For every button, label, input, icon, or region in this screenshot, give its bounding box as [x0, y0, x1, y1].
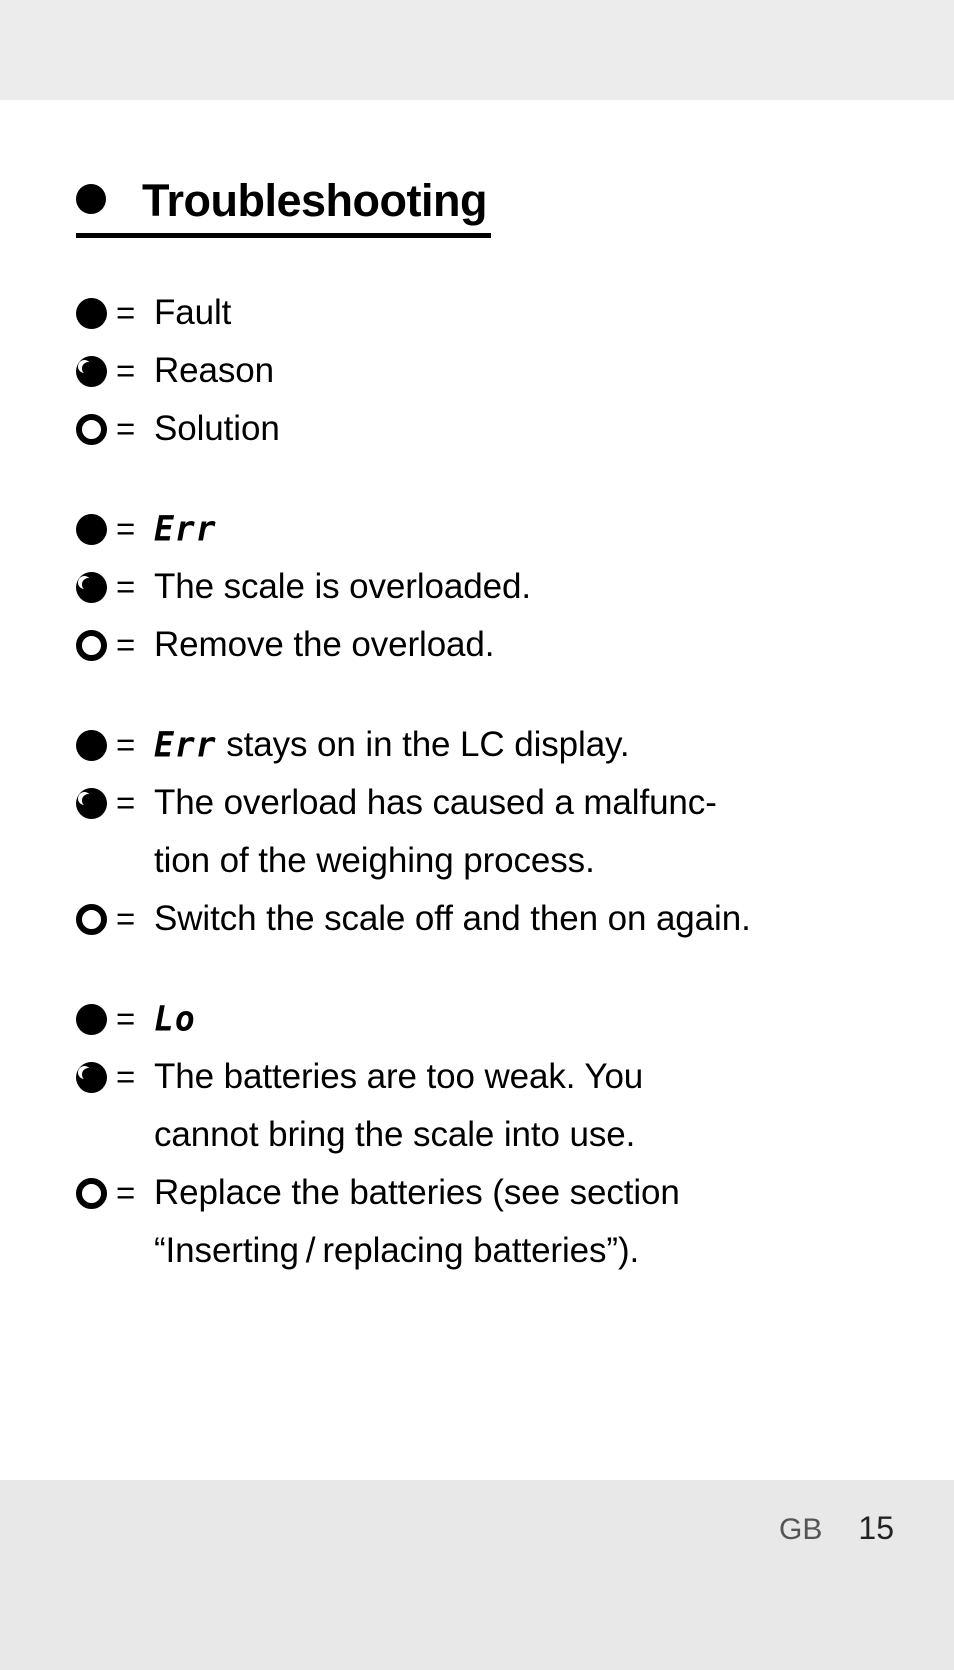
troubleshooting-case: = Lo = The batteries are too weak. You c… [76, 990, 894, 1280]
case-reason-text-line2: cannot bring the scale into use. [154, 1115, 636, 1154]
heading-wrap: Troubleshooting [76, 100, 894, 238]
equals-sign: = [116, 510, 136, 547]
legend-item-fault: = Fault [76, 284, 894, 342]
equals-sign: = [116, 900, 136, 937]
troubleshooting-case: = Err = The scale is overloaded. = Remov… [76, 500, 894, 674]
case-fault-row: = Err stays on in the LC display. [76, 716, 894, 774]
case-reason-row: = The scale is overloaded. [76, 558, 894, 616]
hollow-circle-icon [76, 616, 116, 674]
hollow-circle-icon [76, 400, 116, 458]
case-fault-row: = Lo [76, 990, 894, 1048]
filled-circle-icon [76, 500, 116, 558]
hollow-circle-icon [76, 890, 116, 948]
equals-sign: = [116, 726, 136, 763]
case-fault-text: Err stays on in the LC display. [154, 716, 894, 774]
troubleshooting-case: = Err stays on in the LC display. = The … [76, 716, 894, 948]
crescent-circle-icon [76, 1048, 116, 1106]
equals-sign: = [116, 352, 136, 389]
equals-sign: = [116, 410, 136, 447]
symbol-legend: = Fault = Reason = Solution [76, 284, 894, 458]
case-reason-row: = The batteries are too weak. You [76, 1048, 894, 1106]
equals-sign: = [116, 1174, 136, 1211]
legend-item-solution: = Solution [76, 400, 894, 458]
page-number: 15 [858, 1510, 894, 1546]
lcd-code: Lo [154, 997, 196, 1040]
case-fault-text: Err [154, 500, 894, 558]
legend-label-reason: Reason [154, 351, 275, 390]
legend-label-solution: Solution [154, 409, 280, 448]
filled-circle-icon [76, 990, 116, 1048]
case-reason-text-line2: tion of the weighing process. [154, 841, 595, 880]
case-solution-row: = Switch the scale off and then on again… [76, 890, 894, 948]
case-reason-continuation: cannot bring the scale into use. [76, 1106, 894, 1164]
document-page: Troubleshooting = Fault = Reason = Solut… [0, 0, 954, 1670]
case-reason-row: = The overload has caused a malfunc- [76, 774, 894, 832]
page-top-margin-band [0, 0, 954, 100]
case-solution-text: Remove the overload. [154, 625, 495, 664]
case-solution-text-line2: “Inserting / replacing batteries”). [154, 1231, 640, 1270]
case-reason-text: The scale is overloaded. [154, 567, 531, 606]
case-solution-continuation: “Inserting / replacing batteries”). [76, 1222, 894, 1280]
filled-circle-icon [76, 184, 106, 214]
page-content: Troubleshooting = Fault = Reason = Solut… [0, 100, 954, 1480]
equals-sign: = [116, 1058, 136, 1095]
crescent-circle-icon [76, 342, 116, 400]
page-footer: GB 15 [779, 1510, 894, 1547]
equals-sign: = [116, 294, 136, 331]
lcd-code: Err [154, 723, 217, 766]
page-footer-band: GB 15 [0, 1480, 954, 1670]
hollow-circle-icon [76, 1164, 116, 1222]
case-reason-continuation: tion of the weighing process. [76, 832, 894, 890]
case-fault-text: Lo [154, 990, 894, 1048]
case-solution-text: Replace the batteries (see section [154, 1173, 680, 1212]
case-solution-text: Switch the scale off and then on again. [154, 899, 751, 938]
legend-item-reason: = Reason [76, 342, 894, 400]
equals-sign: = [116, 568, 136, 605]
equals-sign: = [116, 1000, 136, 1037]
case-fault-row: = Err [76, 500, 894, 558]
equals-sign: = [116, 626, 136, 663]
crescent-circle-icon [76, 774, 116, 832]
page-title: Troubleshooting [142, 175, 487, 226]
lcd-code: Err [154, 507, 217, 550]
case-reason-text: The overload has caused a malfunc- [154, 783, 717, 822]
case-fault-suffix: stays on in the LC display. [216, 725, 630, 764]
language-code: GB [779, 1513, 823, 1546]
legend-label-fault: Fault [154, 293, 232, 332]
filled-circle-icon [76, 716, 116, 774]
case-solution-row: = Remove the overload. [76, 616, 894, 674]
case-solution-row: = Replace the batteries (see section [76, 1164, 894, 1222]
filled-circle-icon [76, 284, 116, 342]
crescent-circle-icon [76, 558, 116, 616]
section-heading: Troubleshooting [76, 178, 491, 238]
equals-sign: = [116, 784, 136, 821]
case-reason-text: The batteries are too weak. You [154, 1057, 644, 1096]
